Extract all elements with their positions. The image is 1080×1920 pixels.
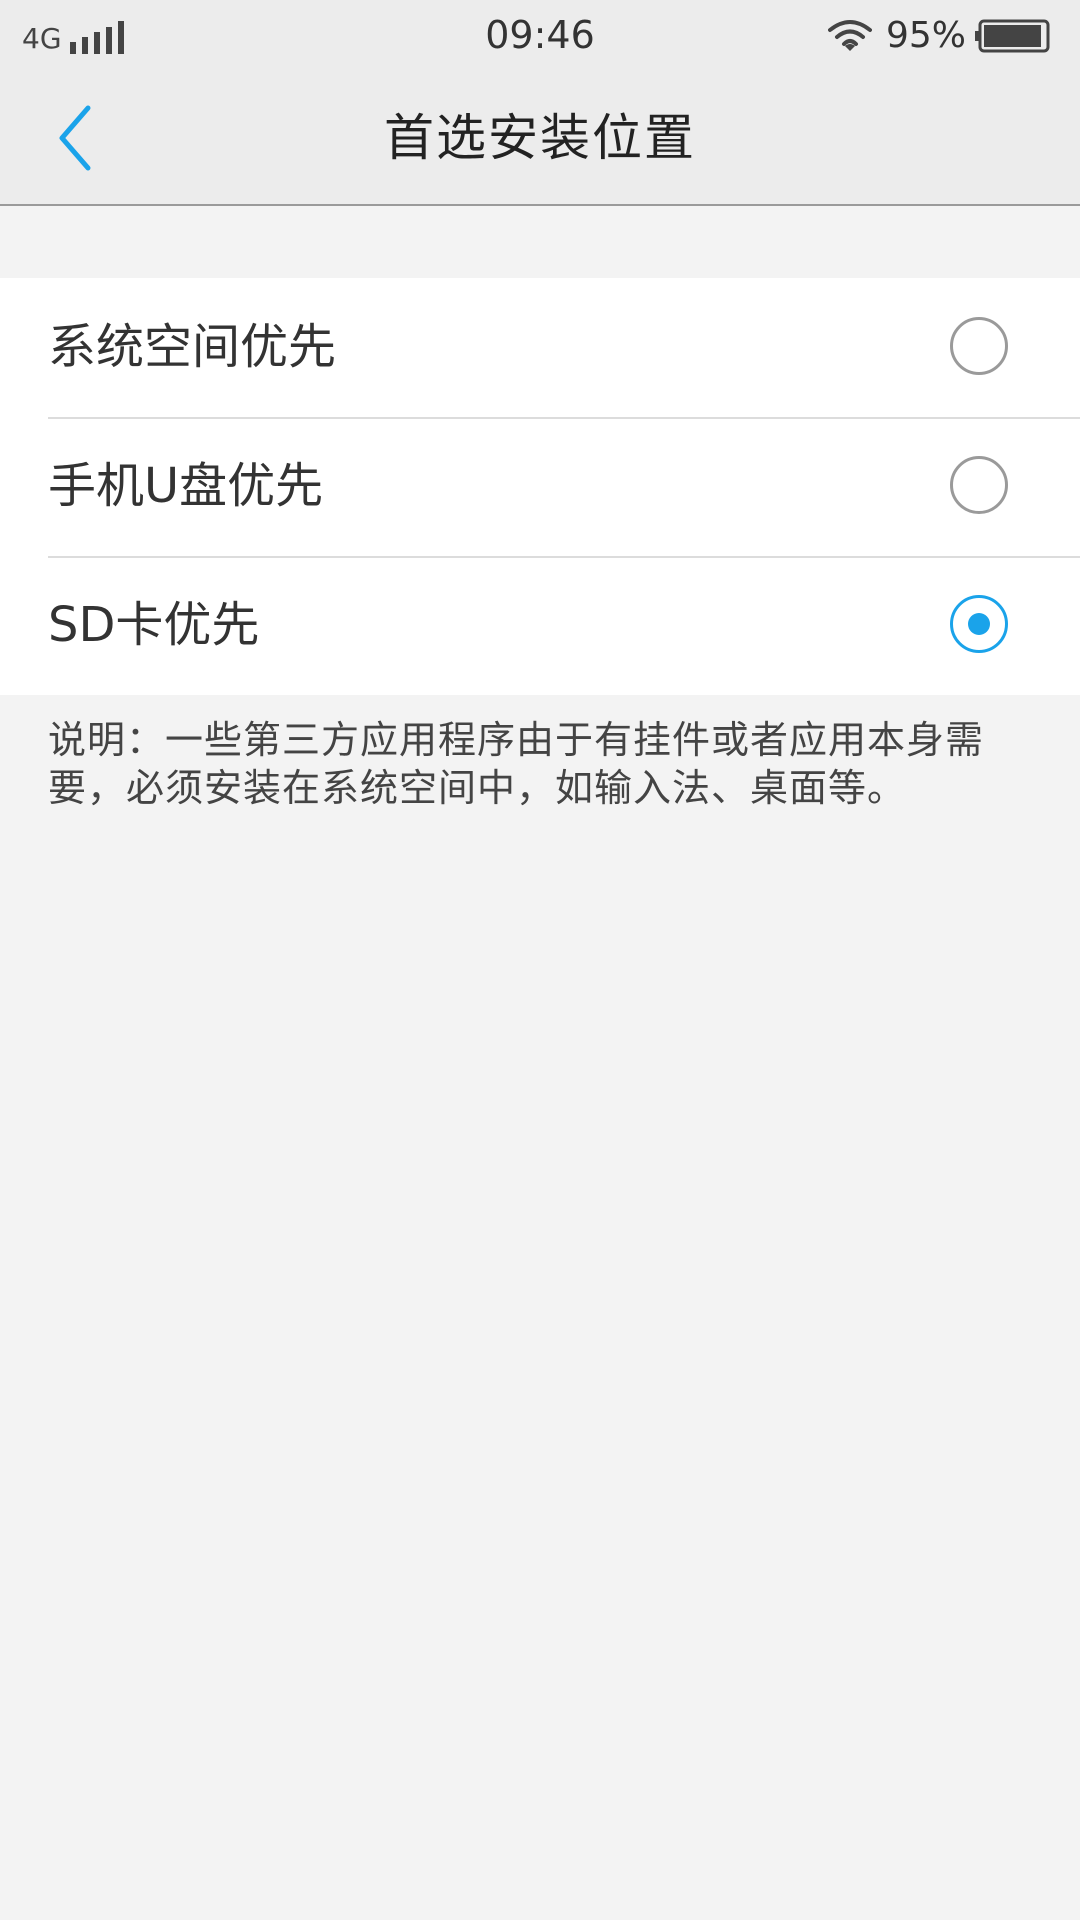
explanation-note: 说明：一些第三方应用程序由于有挂件或者应用本身需要，必须安装在系统空间中，如输入… <box>48 718 985 810</box>
status-bar: 4G 09:46 95% <box>0 0 1080 70</box>
option-label: 系统空间优先 <box>48 319 337 375</box>
radio-button[interactable] <box>950 456 1008 514</box>
wifi-icon <box>827 20 872 51</box>
page-title: 首选安装位置 <box>384 109 696 167</box>
battery-percent: 95% <box>885 15 966 56</box>
install-location-options: 系统空间优先 手机U盘优先 SD卡优先 <box>0 278 1080 695</box>
battery-icon <box>975 19 1050 53</box>
option-label: 手机U盘优先 <box>48 458 324 514</box>
option-label: SD卡优先 <box>48 597 260 653</box>
title-bar: 首选安装位置 <box>0 70 1080 206</box>
radio-button[interactable] <box>950 595 1008 653</box>
option-sd-card[interactable]: SD卡优先 <box>0 556 1080 695</box>
status-right: 95% <box>827 15 1050 56</box>
option-phone-u-disk[interactable]: 手机U盘优先 <box>0 417 1080 556</box>
option-system-space[interactable]: 系统空间优先 <box>0 278 1080 417</box>
radio-button[interactable] <box>950 317 1008 375</box>
